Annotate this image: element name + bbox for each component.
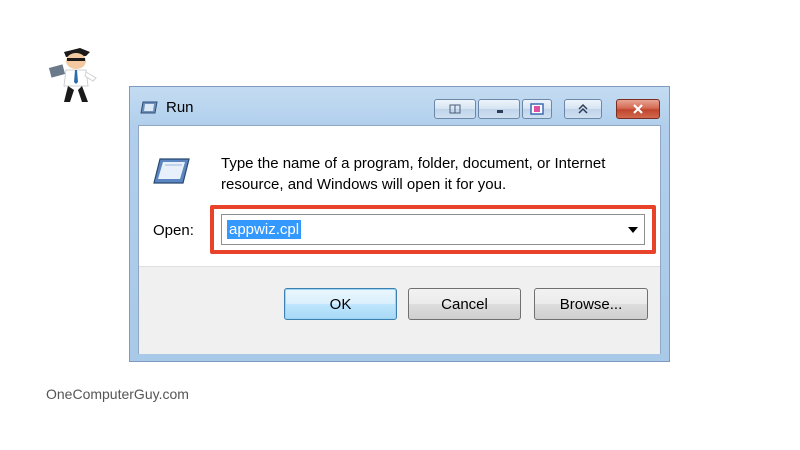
browse-button[interactable]: Browse... [534,288,648,320]
highlight-box [210,205,656,254]
restore-button[interactable] [478,99,520,119]
run-icon [140,101,158,114]
chevron-up-icon [578,103,588,114]
dialog-body: Type the name of a program, folder, docu… [138,125,661,354]
minimize-icon [449,104,461,114]
open-label: Open: [153,222,194,239]
help-button[interactable] [564,99,602,119]
close-button[interactable] [616,99,660,119]
title-bar[interactable]: Run [130,87,669,125]
site-logo [48,48,97,102]
color-button[interactable] [522,99,552,119]
cancel-button[interactable]: Cancel [408,288,521,320]
window-color-icon [530,103,544,115]
maximize-icon [497,110,503,113]
watermark: OneComputerGuy.com [46,386,189,402]
run-dialog: Run Type the name of a program, folder, … [129,86,670,362]
dialog-description: Type the name of a program, folder, docu… [221,155,606,193]
button-bar: OK Cancel Browse... [139,266,660,354]
close-icon [633,104,643,114]
window-title: Run [166,99,194,116]
run-program-icon [153,158,190,184]
minimize-button[interactable] [434,99,476,119]
ok-button[interactable]: OK [284,288,397,320]
